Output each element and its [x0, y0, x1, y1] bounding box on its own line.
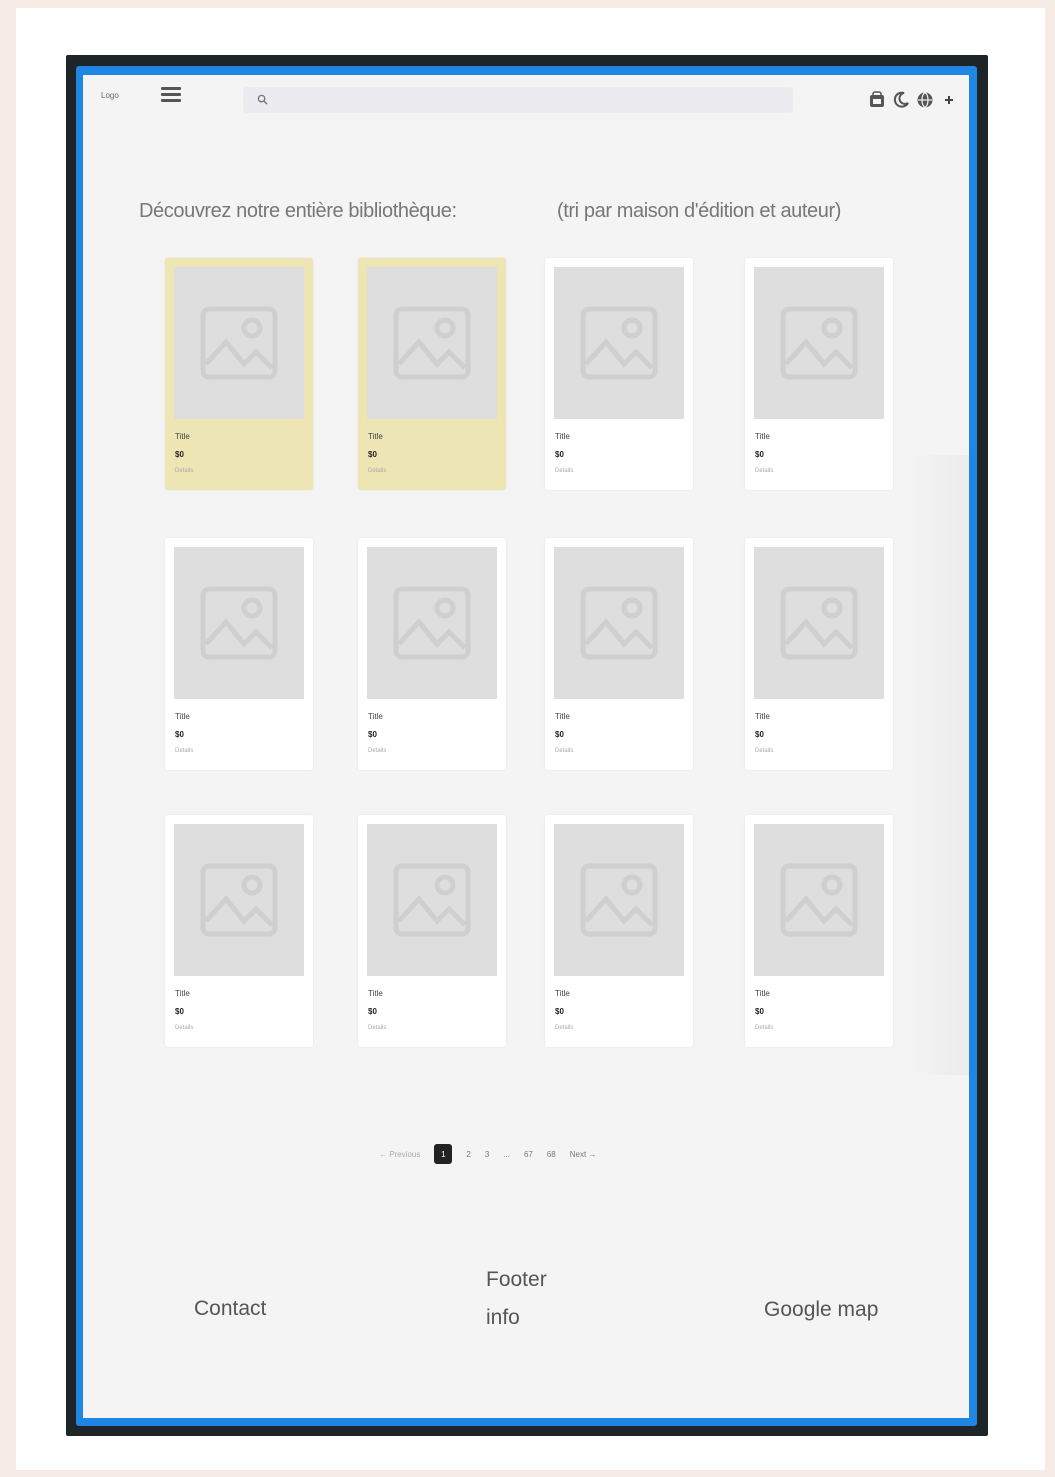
book-details: Details: [175, 468, 194, 474]
image-placeholder-icon: [554, 267, 684, 419]
book-title: Title: [175, 989, 190, 998]
image-placeholder-icon: [754, 267, 884, 419]
pagination: ← Previous 1 2 3 ... 67 68 Next →: [379, 1143, 596, 1165]
book-details: Details: [555, 748, 574, 754]
footer-info: Footer info: [486, 1268, 547, 1329]
book-price: $0: [755, 450, 764, 459]
book-card[interactable]: Title $0 Details: [165, 258, 313, 490]
image-placeholder-icon: [554, 824, 684, 976]
book-title: Title: [175, 712, 190, 721]
book-title: Title: [755, 712, 770, 721]
book-details: Details: [368, 468, 387, 474]
book-price: $0: [555, 450, 564, 459]
book-details: Details: [555, 1025, 574, 1031]
book-details: Details: [755, 748, 774, 754]
book-title: Title: [368, 432, 383, 441]
book-card[interactable]: Title $0 Details: [165, 815, 313, 1047]
book-title: Title: [555, 432, 570, 441]
book-title: Title: [555, 989, 570, 998]
book-details: Details: [175, 1025, 194, 1031]
page-link-1[interactable]: 1: [434, 1144, 453, 1164]
book-price: $0: [368, 730, 377, 739]
tablet-screen: Logo Découvrez notre entière bibliothèqu…: [83, 75, 969, 1418]
book-title: Title: [755, 432, 770, 441]
page-link-2[interactable]: 2: [466, 1150, 470, 1159]
page-link-3[interactable]: 3: [485, 1150, 489, 1159]
footer-google-map-link[interactable]: Google map: [764, 1298, 878, 1322]
book-title: Title: [755, 989, 770, 998]
book-title: Title: [368, 712, 383, 721]
image-placeholder-icon: [754, 547, 884, 699]
page-ellipsis: ...: [503, 1149, 510, 1159]
next-page-link[interactable]: Next →: [570, 1150, 597, 1159]
book-price: $0: [175, 450, 184, 459]
image-placeholder-icon: [174, 267, 304, 419]
book-card[interactable]: Title $0 Details: [545, 538, 693, 770]
book-card[interactable]: Title $0 Details: [165, 538, 313, 770]
book-details: Details: [175, 748, 194, 754]
book-title: Title: [175, 432, 190, 441]
book-price: $0: [175, 1007, 184, 1016]
book-card[interactable]: Title $0 Details: [745, 815, 893, 1047]
book-details: Details: [755, 1025, 774, 1031]
book-price: $0: [368, 1007, 377, 1016]
page-link-68[interactable]: 68: [547, 1150, 556, 1159]
book-details: Details: [555, 468, 574, 474]
book-title: Title: [368, 989, 383, 998]
book-price: $0: [755, 1007, 764, 1016]
book-price: $0: [368, 450, 377, 459]
book-title: Title: [555, 712, 570, 721]
image-placeholder-icon: [174, 824, 304, 976]
image-placeholder-icon: [554, 547, 684, 699]
book-price: $0: [555, 730, 564, 739]
book-card[interactable]: Title $0 Details: [358, 258, 506, 490]
book-price: $0: [755, 730, 764, 739]
image-placeholder-icon: [367, 824, 497, 976]
book-card[interactable]: Title $0 Details: [545, 258, 693, 490]
image-placeholder-icon: [754, 824, 884, 976]
book-card[interactable]: Title $0 Details: [545, 815, 693, 1047]
book-card[interactable]: Title $0 Details: [358, 815, 506, 1047]
book-card[interactable]: Title $0 Details: [358, 538, 506, 770]
book-card[interactable]: Title $0 Details: [745, 538, 893, 770]
book-details: Details: [368, 1025, 387, 1031]
page-link-67[interactable]: 67: [524, 1150, 533, 1159]
footer-contact-link[interactable]: Contact: [194, 1297, 266, 1321]
image-placeholder-icon: [174, 547, 304, 699]
book-grid: Title $0 Details Title $0 Details Title $0 Detai…: [83, 75, 969, 1075]
book-card[interactable]: Title $0 Details: [745, 258, 893, 490]
previous-page-link[interactable]: ← Previous: [379, 1150, 420, 1159]
image-placeholder-icon: [367, 267, 497, 419]
book-details: Details: [755, 468, 774, 474]
book-details: Details: [368, 748, 387, 754]
image-placeholder-icon: [367, 547, 497, 699]
book-price: $0: [555, 1007, 564, 1016]
book-price: $0: [175, 730, 184, 739]
